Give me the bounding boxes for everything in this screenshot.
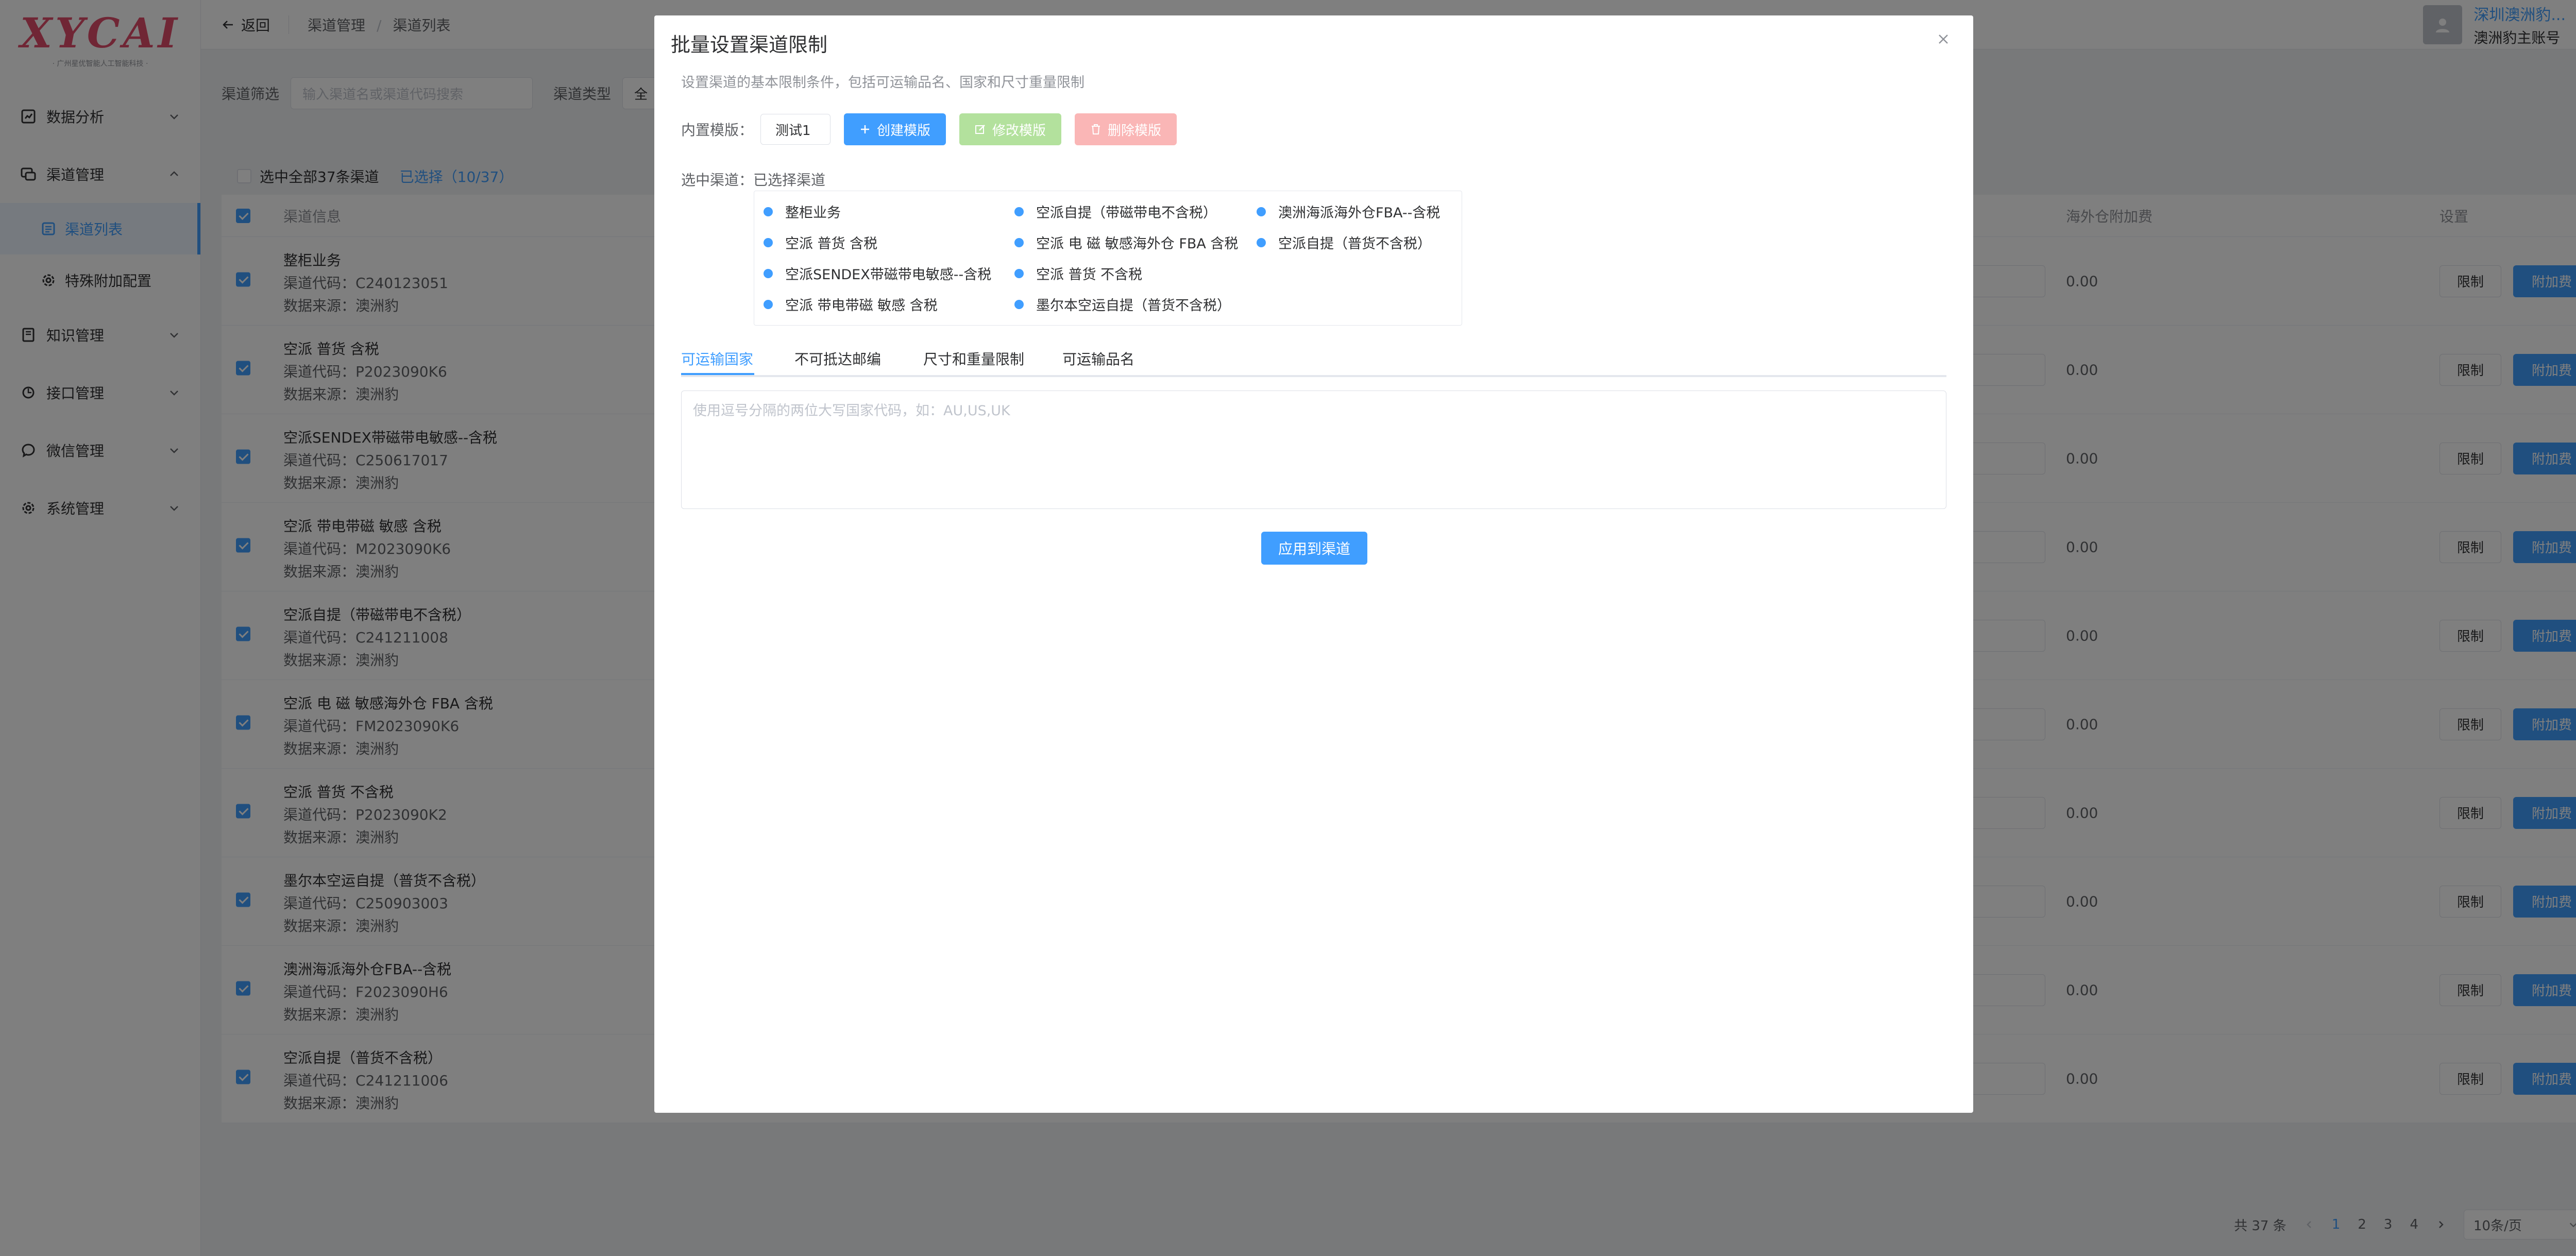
channel-name: 墨尔本空运自提（普货不含税） — [1036, 298, 1231, 314]
selected-channel: 澳洲海派海外仓FBA--含税 — [1257, 201, 1440, 222]
selected-channel: 空派 电 磁 敏感海外仓 FBA 含税 — [1014, 232, 1238, 252]
channel-name: 空派 普货 不含税 — [1036, 267, 1143, 283]
dialog-title: 批量设置渠道限制 — [671, 33, 828, 56]
plus-icon — [859, 124, 871, 135]
channel-name: 澳洲海派海外仓FBA--含税 — [1278, 205, 1440, 221]
country-codes-textarea[interactable]: 使用逗号分隔的两位大写国家代码，如：AU,US,UK — [681, 391, 1946, 509]
bullet-dot — [764, 207, 773, 216]
bullet-dot — [1014, 207, 1024, 216]
selected-channel: 空派自提（普货不含税） — [1257, 232, 1431, 252]
channel-name: 空派 普货 含税 — [785, 236, 878, 252]
trash-icon — [1090, 124, 1101, 135]
selected-channel: 墨尔本空运自提（普货不含税） — [1014, 294, 1231, 314]
active-tab-indicator — [681, 373, 754, 375]
create-template-button[interactable]: 创建模版 — [844, 113, 946, 145]
selected-channel: 空派 普货 含税 — [764, 232, 877, 252]
channel-name: 空派自提（普货不含税） — [1278, 236, 1431, 252]
channel-name: 整柜业务 — [785, 205, 841, 221]
limit-tabs: 可运输国家 不可抵达邮编 尺寸和重量限制 可运输品名 — [681, 345, 1946, 377]
edit-template-label: 修改模版 — [992, 123, 1046, 139]
bullet-dot — [764, 299, 773, 309]
channel-name: 空派SENDEX带磁带电敏感--含税 — [785, 267, 992, 283]
template-select[interactable]: 测试1 — [760, 114, 831, 145]
bullet-dot — [764, 237, 773, 247]
apply-to-channels-button[interactable]: 应用到渠道 — [1261, 532, 1367, 565]
bullet-dot — [764, 268, 773, 278]
close-icon[interactable] — [1934, 30, 1953, 48]
channel-name: 空派 带电带磁 敏感 含税 — [785, 298, 938, 314]
textarea-placeholder: 使用逗号分隔的两位大写国家代码，如：AU,US,UK — [693, 403, 1010, 419]
batch-limit-dialog: 批量设置渠道限制 设置渠道的基本限制条件，包括可运输品名、国家和尺寸重量限制 内… — [654, 15, 1973, 1113]
tab-unreachable-postcodes[interactable]: 不可抵达邮编 — [794, 348, 881, 369]
dialog-description: 设置渠道的基本限制条件，包括可运输品名、国家和尺寸重量限制 — [681, 75, 1084, 91]
delete-template-button[interactable]: 删除模版 — [1075, 113, 1177, 145]
selected-channel: 空派自提（带磁带电不含税） — [1014, 201, 1217, 222]
tab-shippable-items[interactable]: 可运输品名 — [1062, 348, 1134, 369]
selected-channel: 空派 普货 不含税 — [1014, 263, 1142, 283]
create-template-label: 创建模版 — [877, 123, 931, 139]
delete-template-label: 删除模版 — [1108, 123, 1162, 139]
channel-name: 空派 电 磁 敏感海外仓 FBA 含税 — [1036, 236, 1239, 252]
template-row: 内置模版： 测试1 创建模版 修改模版 删除模版 — [681, 113, 1177, 145]
bullet-dot — [1014, 268, 1024, 278]
selected-channels-box: 整柜业务 空派 普货 含税 空派SENDEX带磁带电敏感--含税 空派 带电带磁… — [754, 191, 1462, 326]
tab-size-weight[interactable]: 尺寸和重量限制 — [923, 348, 1024, 369]
bullet-dot — [1014, 237, 1024, 247]
apply-label: 应用到渠道 — [1278, 540, 1350, 557]
selected-channel: 空派SENDEX带磁带电敏感--含税 — [764, 263, 991, 283]
bullet-dot — [1257, 207, 1266, 216]
template-value: 测试1 — [775, 123, 811, 139]
template-label: 内置模版： — [681, 122, 754, 139]
tab-shippable-countries[interactable]: 可运输国家 — [681, 348, 753, 369]
edit-template-button[interactable]: 修改模版 — [959, 113, 1062, 145]
channel-name: 空派自提（带磁带电不含税） — [1036, 205, 1217, 221]
selected-channels-label: 选中渠道：已选择渠道 — [681, 172, 826, 189]
bullet-dot — [1014, 299, 1024, 309]
selected-channel: 整柜业务 — [764, 201, 841, 222]
selected-channel: 空派 带电带磁 敏感 含税 — [764, 294, 938, 314]
edit-icon — [975, 124, 986, 135]
bullet-dot — [1257, 237, 1266, 247]
